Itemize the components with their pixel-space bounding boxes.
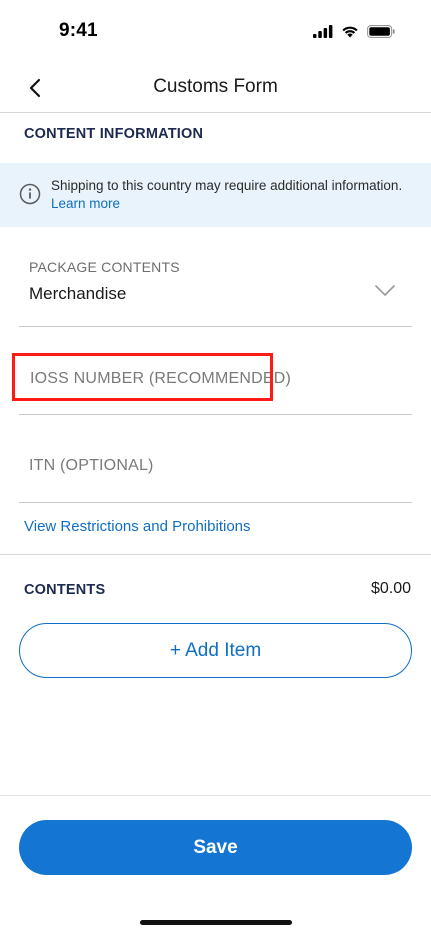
section-divider: [0, 554, 431, 555]
page-title: Customs Form: [153, 76, 278, 97]
itn-placeholder: ITN (OPTIONAL): [29, 457, 154, 474]
package-contents-select[interactable]: PACKAGE CONTENTS Merchandise: [19, 228, 412, 327]
info-banner-message: Shipping to this country may require add…: [51, 178, 403, 193]
contents-total: $0.00: [370, 580, 411, 597]
status-icons: [313, 25, 395, 38]
contents-heading: CONTENTS: [24, 582, 106, 598]
status-time: 9:41: [59, 20, 98, 41]
home-indicator: [140, 920, 292, 925]
add-item-button[interactable]: + Add Item: [19, 623, 412, 678]
nav-bar: Customs Form: [0, 62, 431, 113]
save-button[interactable]: Save: [19, 820, 412, 875]
wifi-icon: [342, 26, 358, 38]
info-icon: [19, 183, 41, 205]
cellular-signal-icon: [313, 25, 333, 38]
learn-more-link[interactable]: Learn more: [51, 195, 402, 213]
highlight-box: [12, 353, 273, 401]
footer: Save: [0, 795, 431, 934]
content-information-heading: CONTENT INFORMATION: [24, 126, 204, 142]
status-bar: 9:41: [0, 0, 431, 62]
itn-field[interactable]: ITN (OPTIONAL): [19, 415, 412, 503]
battery-icon: [367, 25, 395, 38]
view-restrictions-link[interactable]: View Restrictions and Prohibitions: [24, 518, 251, 535]
info-banner: Shipping to this country may require add…: [0, 163, 431, 227]
package-contents-value: Merchandise: [29, 284, 127, 303]
package-contents-label: PACKAGE CONTENTS: [29, 259, 180, 275]
chevron-down-icon: [375, 285, 395, 296]
info-banner-text: Shipping to this country may require add…: [51, 177, 402, 213]
